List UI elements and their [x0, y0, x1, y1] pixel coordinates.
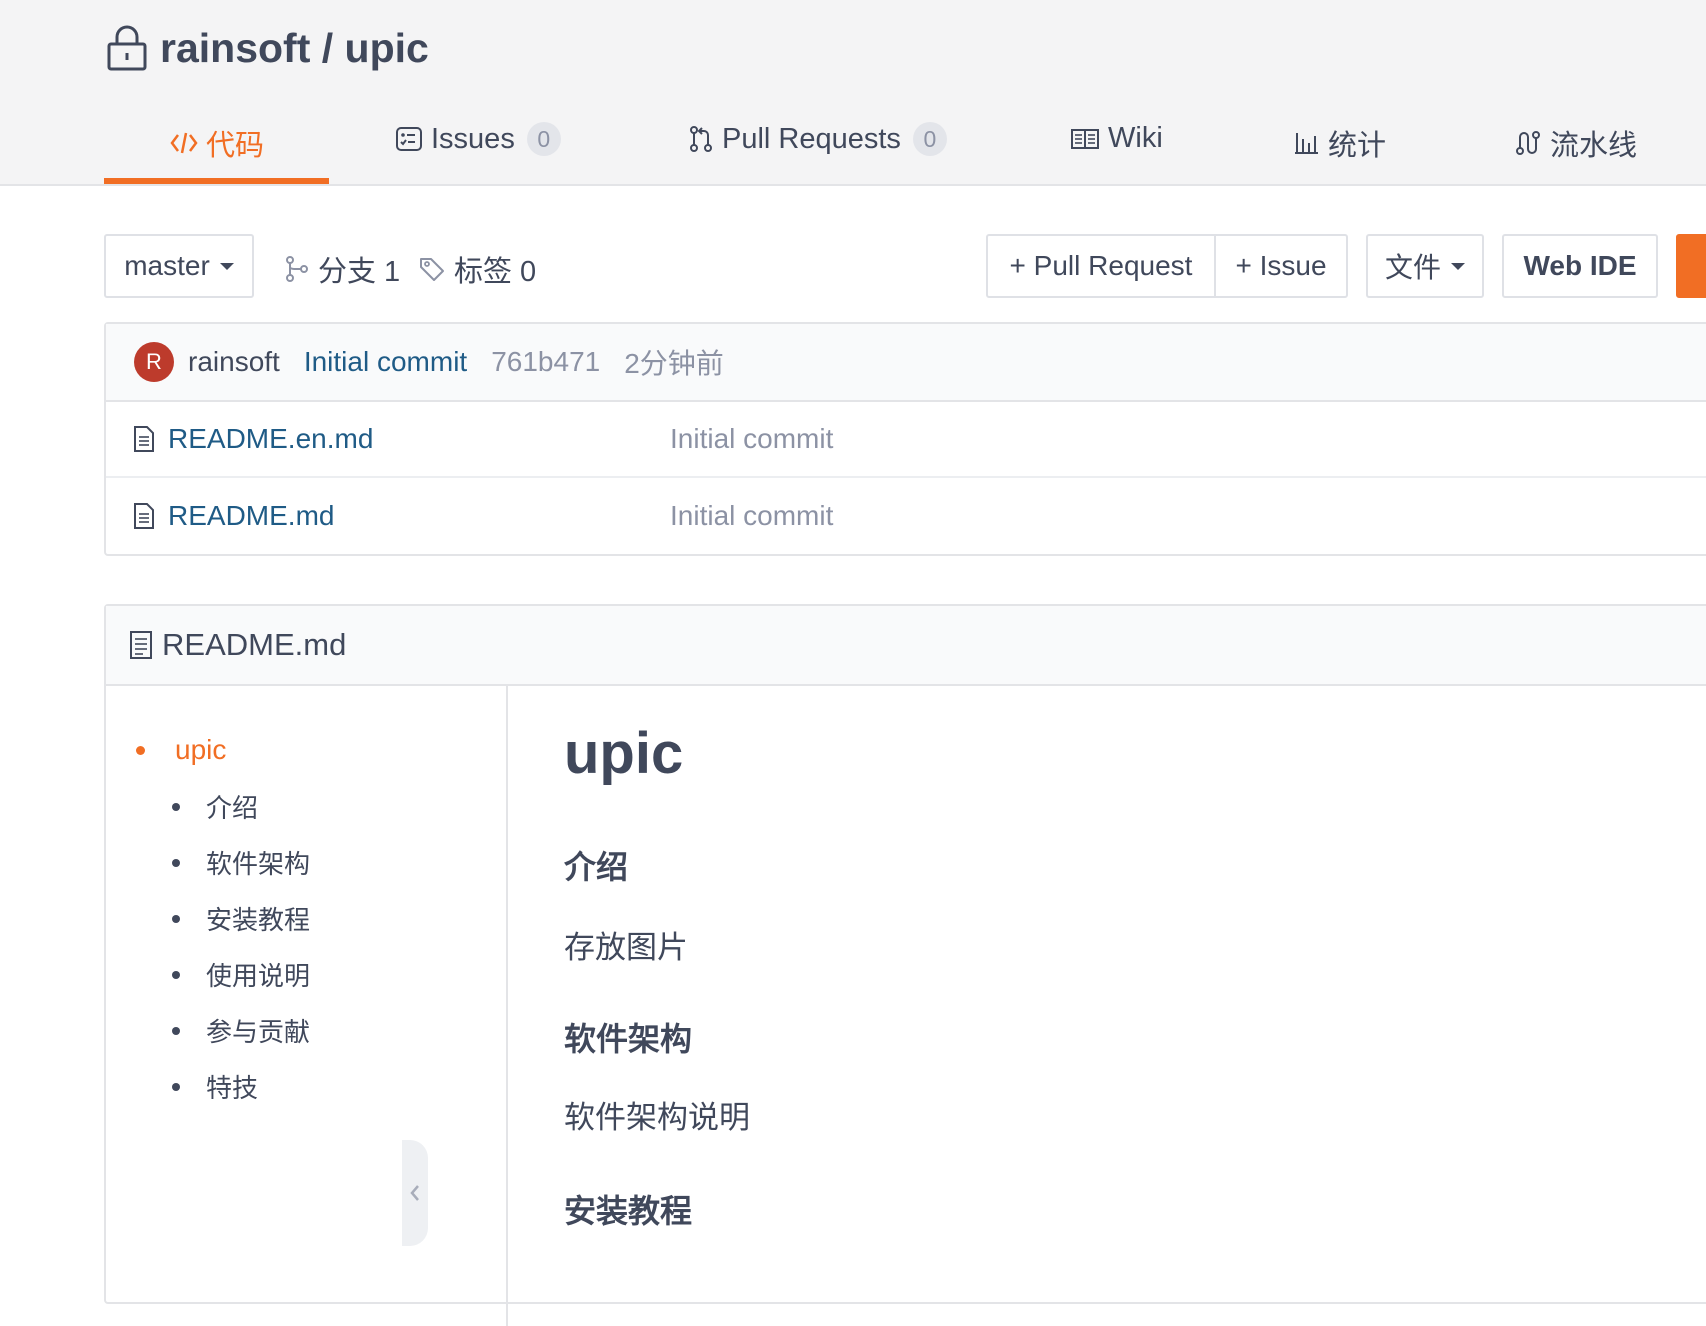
- toc-item-usage[interactable]: 使用说明: [172, 956, 310, 993]
- tags-label: 标签 0: [454, 256, 537, 288]
- tab-issues-label: Issues: [431, 122, 515, 155]
- file-dropdown-button[interactable]: 文件: [1366, 234, 1484, 298]
- commit-author[interactable]: rainsoft: [188, 346, 280, 378]
- bar-chart-icon: [1295, 133, 1318, 154]
- branches-link[interactable]: 分支 1: [284, 248, 400, 290]
- tab-wiki-label: Wiki: [1108, 122, 1163, 154]
- tab-issues[interactable]: Issues 0: [395, 122, 561, 156]
- tab-wiki[interactable]: Wiki: [1070, 122, 1163, 155]
- avatar-letter: R: [146, 349, 162, 374]
- repo-separator: /: [310, 24, 345, 71]
- bullet-icon: [172, 914, 180, 923]
- tab-statistics[interactable]: 统计: [1292, 122, 1386, 164]
- readme-header: README.md: [106, 606, 1706, 686]
- chevron-left-icon: [410, 1185, 419, 1201]
- file-name-link[interactable]: README.md: [168, 500, 670, 532]
- repo-name-link[interactable]: upic: [345, 25, 429, 72]
- chevron-down-icon: [1451, 262, 1465, 270]
- pull-request-icon: [690, 126, 712, 152]
- tab-pipeline[interactable]: 流水线: [1514, 122, 1637, 164]
- pull-requests-count-badge: 0: [912, 122, 947, 156]
- new-pull-request-label: + Pull Request: [1009, 250, 1193, 281]
- chevron-down-icon: [219, 262, 234, 270]
- commit-time: 2分钟前: [624, 348, 724, 379]
- issues-count-badge: 0: [526, 122, 561, 156]
- toc-item-intro[interactable]: 介绍: [172, 788, 258, 825]
- tab-pull-requests-label: Pull Requests: [722, 122, 901, 155]
- web-ide-button[interactable]: Web IDE: [1502, 234, 1658, 298]
- tab-statistics-label: 统计: [1328, 130, 1387, 162]
- toc-collapse-button[interactable]: [402, 1140, 428, 1246]
- toc-item-label: 参与贡献: [206, 1017, 311, 1047]
- branch-icon: [286, 256, 308, 282]
- file-row: README.md Initial commit: [106, 478, 1706, 554]
- file-dropdown-label: 文件: [1384, 252, 1441, 283]
- new-issue-label: + Issue: [1235, 250, 1327, 281]
- tags-link[interactable]: 标签 0: [418, 248, 536, 290]
- readme-title: README.md: [162, 627, 347, 662]
- repo-tabs: 代码 Issues 0 Pull Requests 0 Wiki 统计 流水线: [0, 110, 1706, 186]
- file-text-icon: [130, 631, 152, 659]
- new-issue-button[interactable]: + Issue: [1214, 234, 1348, 298]
- readme-paragraph-architecture: 软件架构说明: [564, 1100, 750, 1135]
- commit-hash[interactable]: 761b471: [491, 346, 600, 378]
- toc-item-label: 软件架构: [206, 849, 311, 879]
- repo-title: rainsoft / upic: [106, 24, 429, 72]
- branches-label: 分支 1: [318, 256, 401, 288]
- toc-item-label: upic: [175, 734, 227, 765]
- lock-icon: [107, 25, 147, 71]
- active-tab-indicator: [104, 178, 329, 184]
- toc-item-label: 介绍: [206, 793, 259, 823]
- new-pull-request-button[interactable]: + Pull Request: [986, 234, 1216, 298]
- file-name-link[interactable]: README.en.md: [168, 423, 670, 455]
- file-list: R rainsoft Initial commit 761b471 2分钟前 R…: [104, 322, 1706, 556]
- repo-owner-link[interactable]: rainsoft: [160, 25, 310, 72]
- bullet-icon: [172, 970, 180, 979]
- avatar[interactable]: R: [134, 342, 174, 382]
- bullet-icon: [172, 1026, 180, 1035]
- latest-commit-bar: R rainsoft Initial commit 761b471 2分钟前: [106, 324, 1706, 402]
- issues-icon: [396, 127, 422, 151]
- toc-item-install[interactable]: 安装教程: [172, 900, 310, 937]
- toc-item-contribute[interactable]: 参与贡献: [172, 1012, 310, 1049]
- readme-panel: README.md upic 介绍 软件架构 安装教程 使用说明 参与贡献 特技: [104, 604, 1706, 1326]
- file-row: README.en.md Initial commit: [106, 402, 1706, 478]
- readme-heading-install: 安装教程: [564, 1193, 693, 1229]
- bullet-icon: [136, 745, 145, 755]
- toc-item-label: 使用说明: [206, 961, 311, 991]
- readme-toc: upic 介绍 软件架构 安装教程 使用说明 参与贡献 特技: [106, 686, 508, 1326]
- tab-code-label: 代码: [206, 130, 265, 162]
- readme-heading-architecture: 软件架构: [564, 1021, 693, 1057]
- file-commit-message[interactable]: Initial commit: [670, 500, 833, 532]
- file-text-icon: [134, 426, 154, 452]
- repo-header: rainsoft / upic 代码 Issues 0 Pull Request…: [0, 0, 1706, 186]
- file-commit-message[interactable]: Initial commit: [670, 423, 833, 455]
- clone-download-button[interactable]: [1676, 234, 1706, 298]
- tab-pull-requests[interactable]: Pull Requests 0: [688, 122, 947, 156]
- commit-message-link[interactable]: Initial commit: [304, 346, 467, 378]
- toc-item-features[interactable]: 特技: [172, 1068, 258, 1105]
- bullet-icon: [172, 858, 180, 867]
- tab-code[interactable]: 代码: [170, 122, 264, 164]
- bullet-icon: [172, 1082, 180, 1091]
- readme-paragraph-intro: 存放图片: [564, 930, 688, 965]
- branch-select-label: master: [124, 250, 210, 281]
- web-ide-label: Web IDE: [1523, 250, 1637, 281]
- bullet-icon: [172, 802, 180, 811]
- book-icon: [1071, 128, 1099, 149]
- file-text-icon: [134, 503, 154, 529]
- toc-item-label: 安装教程: [206, 905, 311, 935]
- toc-item-label: 特技: [206, 1073, 259, 1103]
- tag-icon: [420, 258, 444, 281]
- tab-pipeline-label: 流水线: [1550, 130, 1638, 162]
- readme-heading-1: upic: [564, 721, 684, 786]
- pipeline-icon: [1516, 131, 1540, 155]
- toc-item-upic[interactable]: upic: [136, 734, 226, 766]
- readme-heading-intro: 介绍: [564, 849, 629, 885]
- branch-select[interactable]: master: [104, 234, 254, 298]
- code-icon: [170, 132, 198, 154]
- toc-item-architecture[interactable]: 软件架构: [172, 844, 310, 881]
